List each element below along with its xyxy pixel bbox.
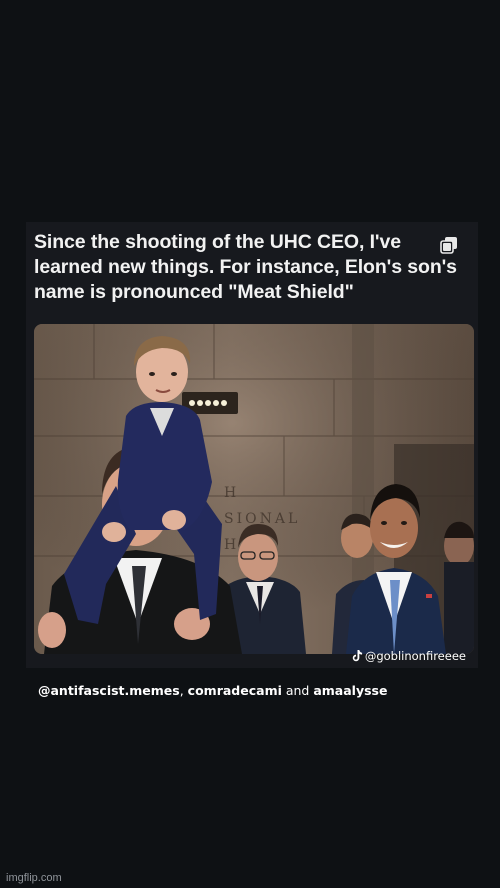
caption-line-3: name is pronounced "Meat Shield" [34, 281, 354, 303]
post-caption: Since the shooting of the UHC CEO, I've … [34, 230, 474, 305]
tiktok-icon [352, 650, 362, 662]
tiktok-watermark: @goblinonfireeee [352, 649, 466, 663]
credit-sep-2: and [281, 683, 314, 698]
credit-user-3[interactable]: amaalysse [313, 683, 387, 698]
multiple-images-icon[interactable] [440, 236, 458, 254]
watermark-handle: @goblinonfireeee [364, 649, 466, 663]
post-photo[interactable]: H SIONAL H [34, 324, 474, 654]
caption-line-2: learned new things. For instance, Elon's… [34, 256, 457, 278]
credit-sep-1: , [179, 683, 188, 698]
sign-text-3: H [224, 537, 239, 553]
post-card: Since the shooting of the UHC CEO, I've … [26, 222, 478, 668]
credit-user-1[interactable]: @antifascist.memes [38, 683, 180, 698]
bystander-far-right [444, 521, 474, 654]
caption-line-1: Since the shooting of the UHC CEO, I've [34, 231, 401, 253]
credit-user-2[interactable]: comradecami [188, 683, 282, 698]
credits-line: @antifascist.memes, comradecami and amaa… [38, 683, 387, 698]
imgflip-watermark: imgflip.com [6, 872, 62, 884]
sign-text-1: H [224, 485, 239, 501]
